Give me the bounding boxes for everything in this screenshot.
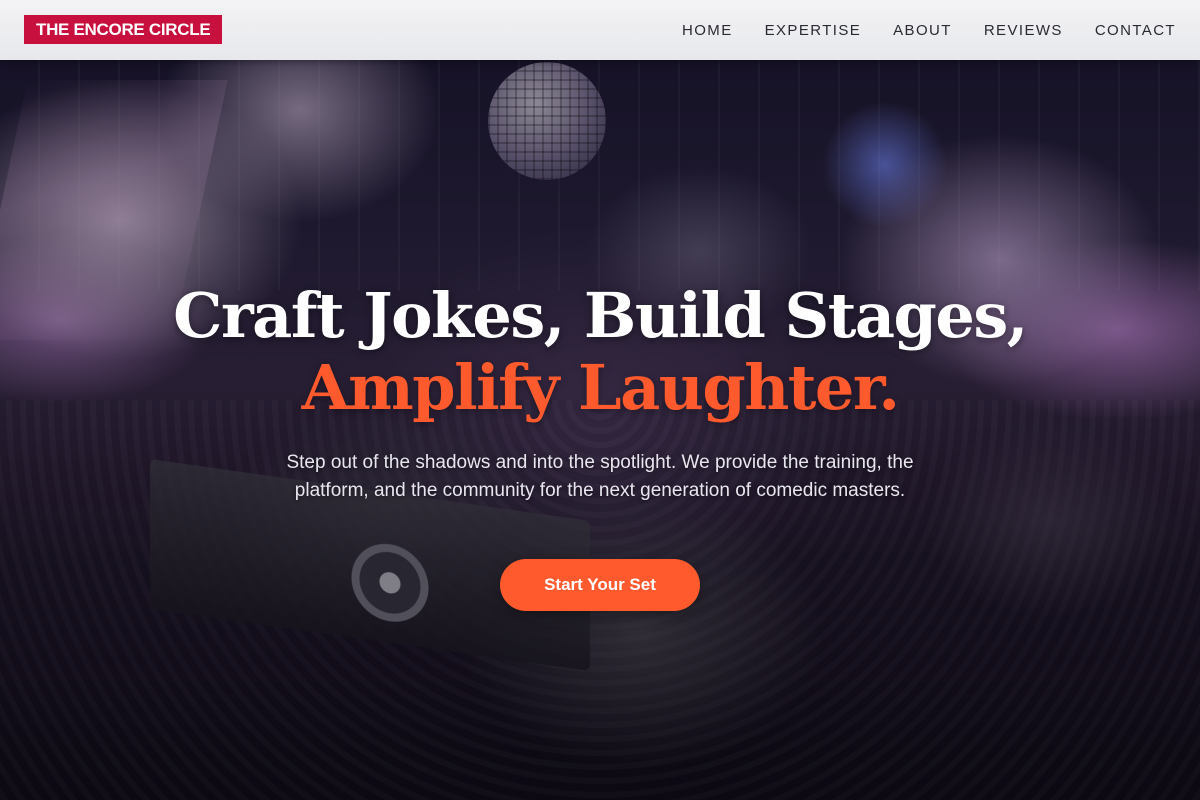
- hero-headline: Craft Jokes, Build Stages, Amplify Laugh…: [0, 280, 1200, 424]
- headline-line-2-accent: Amplify Laughter.: [301, 351, 900, 424]
- site-header: THE ENCORE CIRCLE HOME EXPERTISE ABOUT R…: [0, 0, 1200, 60]
- nav-link-home[interactable]: HOME: [682, 22, 733, 39]
- hero-subtitle: Step out of the shadows and into the spo…: [286, 452, 914, 501]
- main-nav: HOME EXPERTISE ABOUT REVIEWS CONTACT: [682, 0, 1176, 60]
- nav-link-about[interactable]: ABOUT: [893, 22, 952, 39]
- site-logo[interactable]: THE ENCORE CIRCLE: [24, 15, 223, 44]
- headline-line-1: Craft Jokes, Build Stages,: [173, 279, 1028, 352]
- start-your-set-button[interactable]: Start Your Set: [500, 559, 700, 611]
- nav-link-contact[interactable]: CONTACT: [1095, 22, 1176, 39]
- nav-link-expertise[interactable]: EXPERTISE: [765, 22, 862, 39]
- nav-link-reviews[interactable]: REVIEWS: [984, 22, 1063, 39]
- hero-content: Craft Jokes, Build Stages, Amplify Laugh…: [0, 0, 1200, 800]
